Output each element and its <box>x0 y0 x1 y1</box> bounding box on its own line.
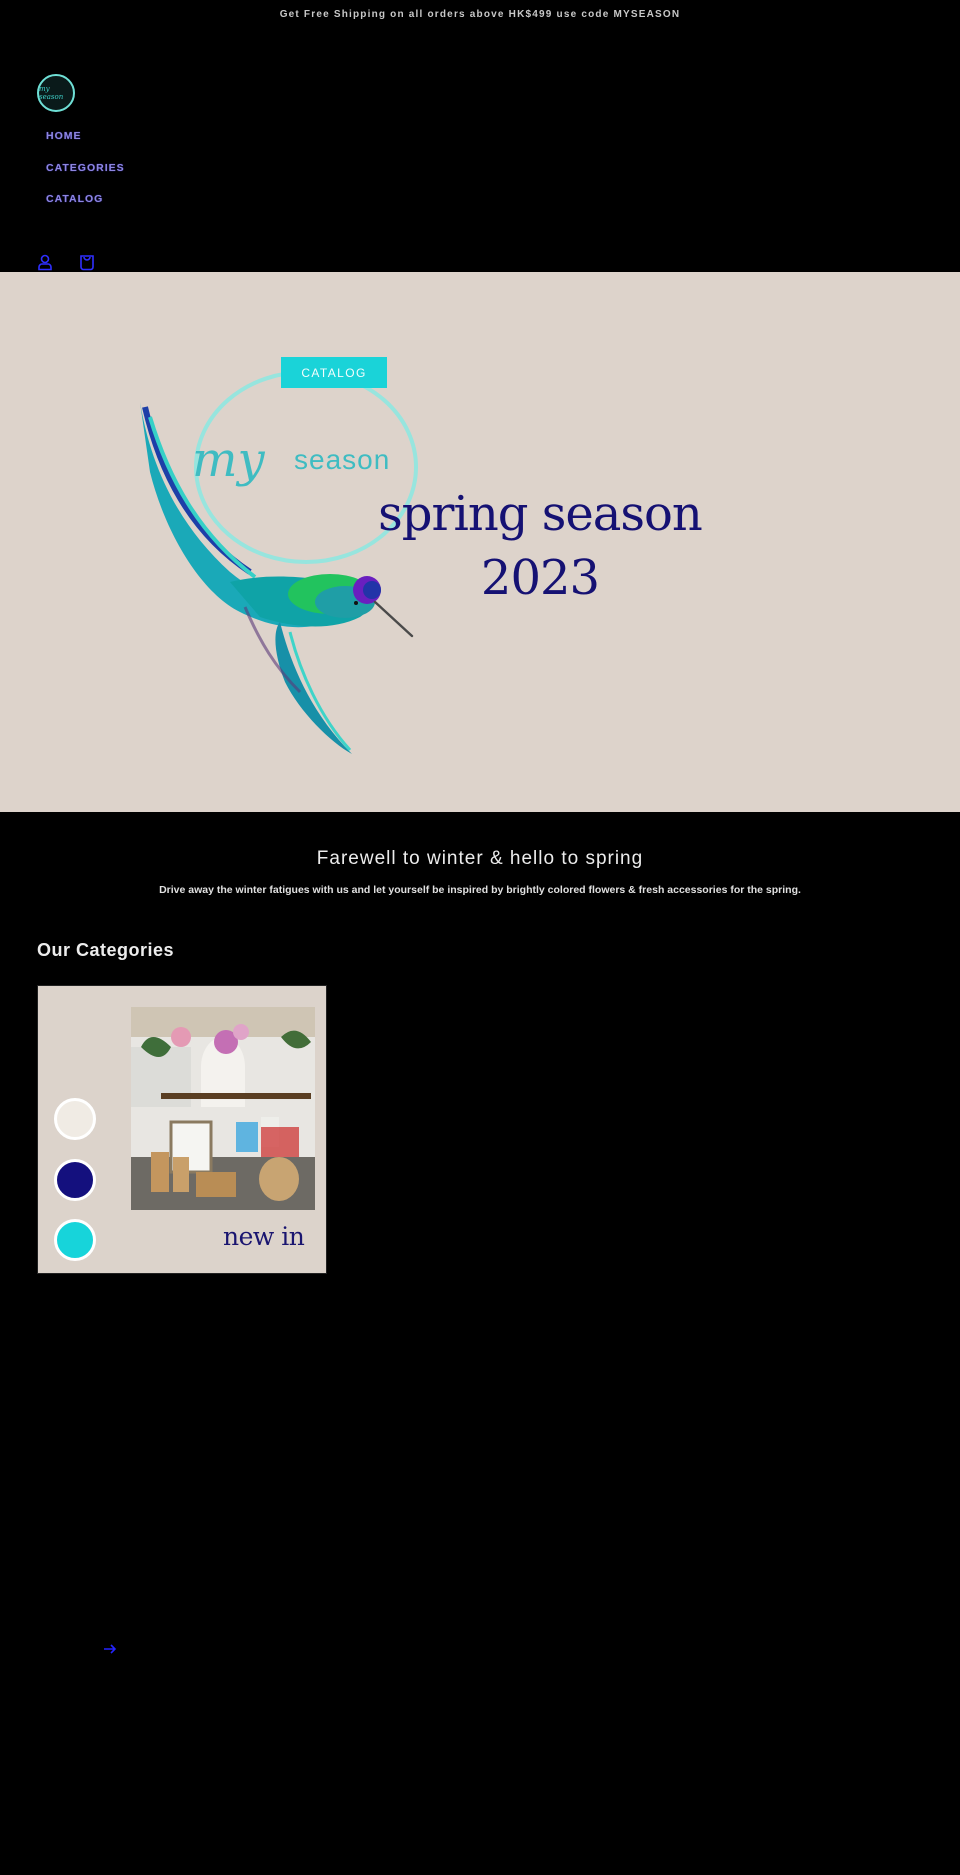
cart-button[interactable] <box>77 252 97 272</box>
catalog-button[interactable]: CATALOG <box>281 357 387 388</box>
main-nav: HOME CATEGORIES CATALOG <box>46 126 125 221</box>
hero-title-line1: spring season <box>378 486 703 542</box>
categories-title: Our Categories <box>37 940 175 960</box>
hero-title-line2: 2023 <box>480 550 600 606</box>
category-card-new-in[interactable]: new in <box>37 985 327 1274</box>
site-header: my season HOME CATEGORIES CATALOG <box>0 28 960 272</box>
category-photo <box>131 1007 315 1210</box>
intro-section: Farewell to winter & hello to spring Dri… <box>0 848 960 896</box>
nav-catalog[interactable]: CATALOG <box>46 193 103 205</box>
announcement-bar: Get Free Shipping on all orders above HK… <box>0 0 960 28</box>
cart-icon <box>80 254 94 270</box>
swatch-cream <box>54 1098 96 1140</box>
account-button[interactable] <box>35 252 55 272</box>
nav-categories[interactable]: CATEGORIES <box>46 162 125 174</box>
arrow-right-icon <box>104 1644 117 1654</box>
categories-next-button[interactable] <box>100 1640 120 1658</box>
nav-home[interactable]: HOME <box>46 130 82 142</box>
swatch-navy <box>54 1159 96 1201</box>
hero-title: spring season 2023 <box>340 482 740 610</box>
logo[interactable]: my season <box>37 74 75 112</box>
category-label: new in <box>223 1222 305 1251</box>
intro-description: Drive away the winter fatigues with us a… <box>159 884 801 896</box>
intro-heading: Farewell to winter & hello to spring <box>316 848 644 869</box>
brand-word: season <box>294 444 391 475</box>
hero-banner: my season CATALOG spring season 2023 <box>0 272 960 812</box>
logo-text: my season <box>39 85 64 101</box>
brand-script: my <box>192 432 265 488</box>
swatch-turquoise <box>54 1219 96 1261</box>
account-icon <box>38 254 52 270</box>
announcement-text: Get Free Shipping on all orders above HK… <box>279 8 681 20</box>
